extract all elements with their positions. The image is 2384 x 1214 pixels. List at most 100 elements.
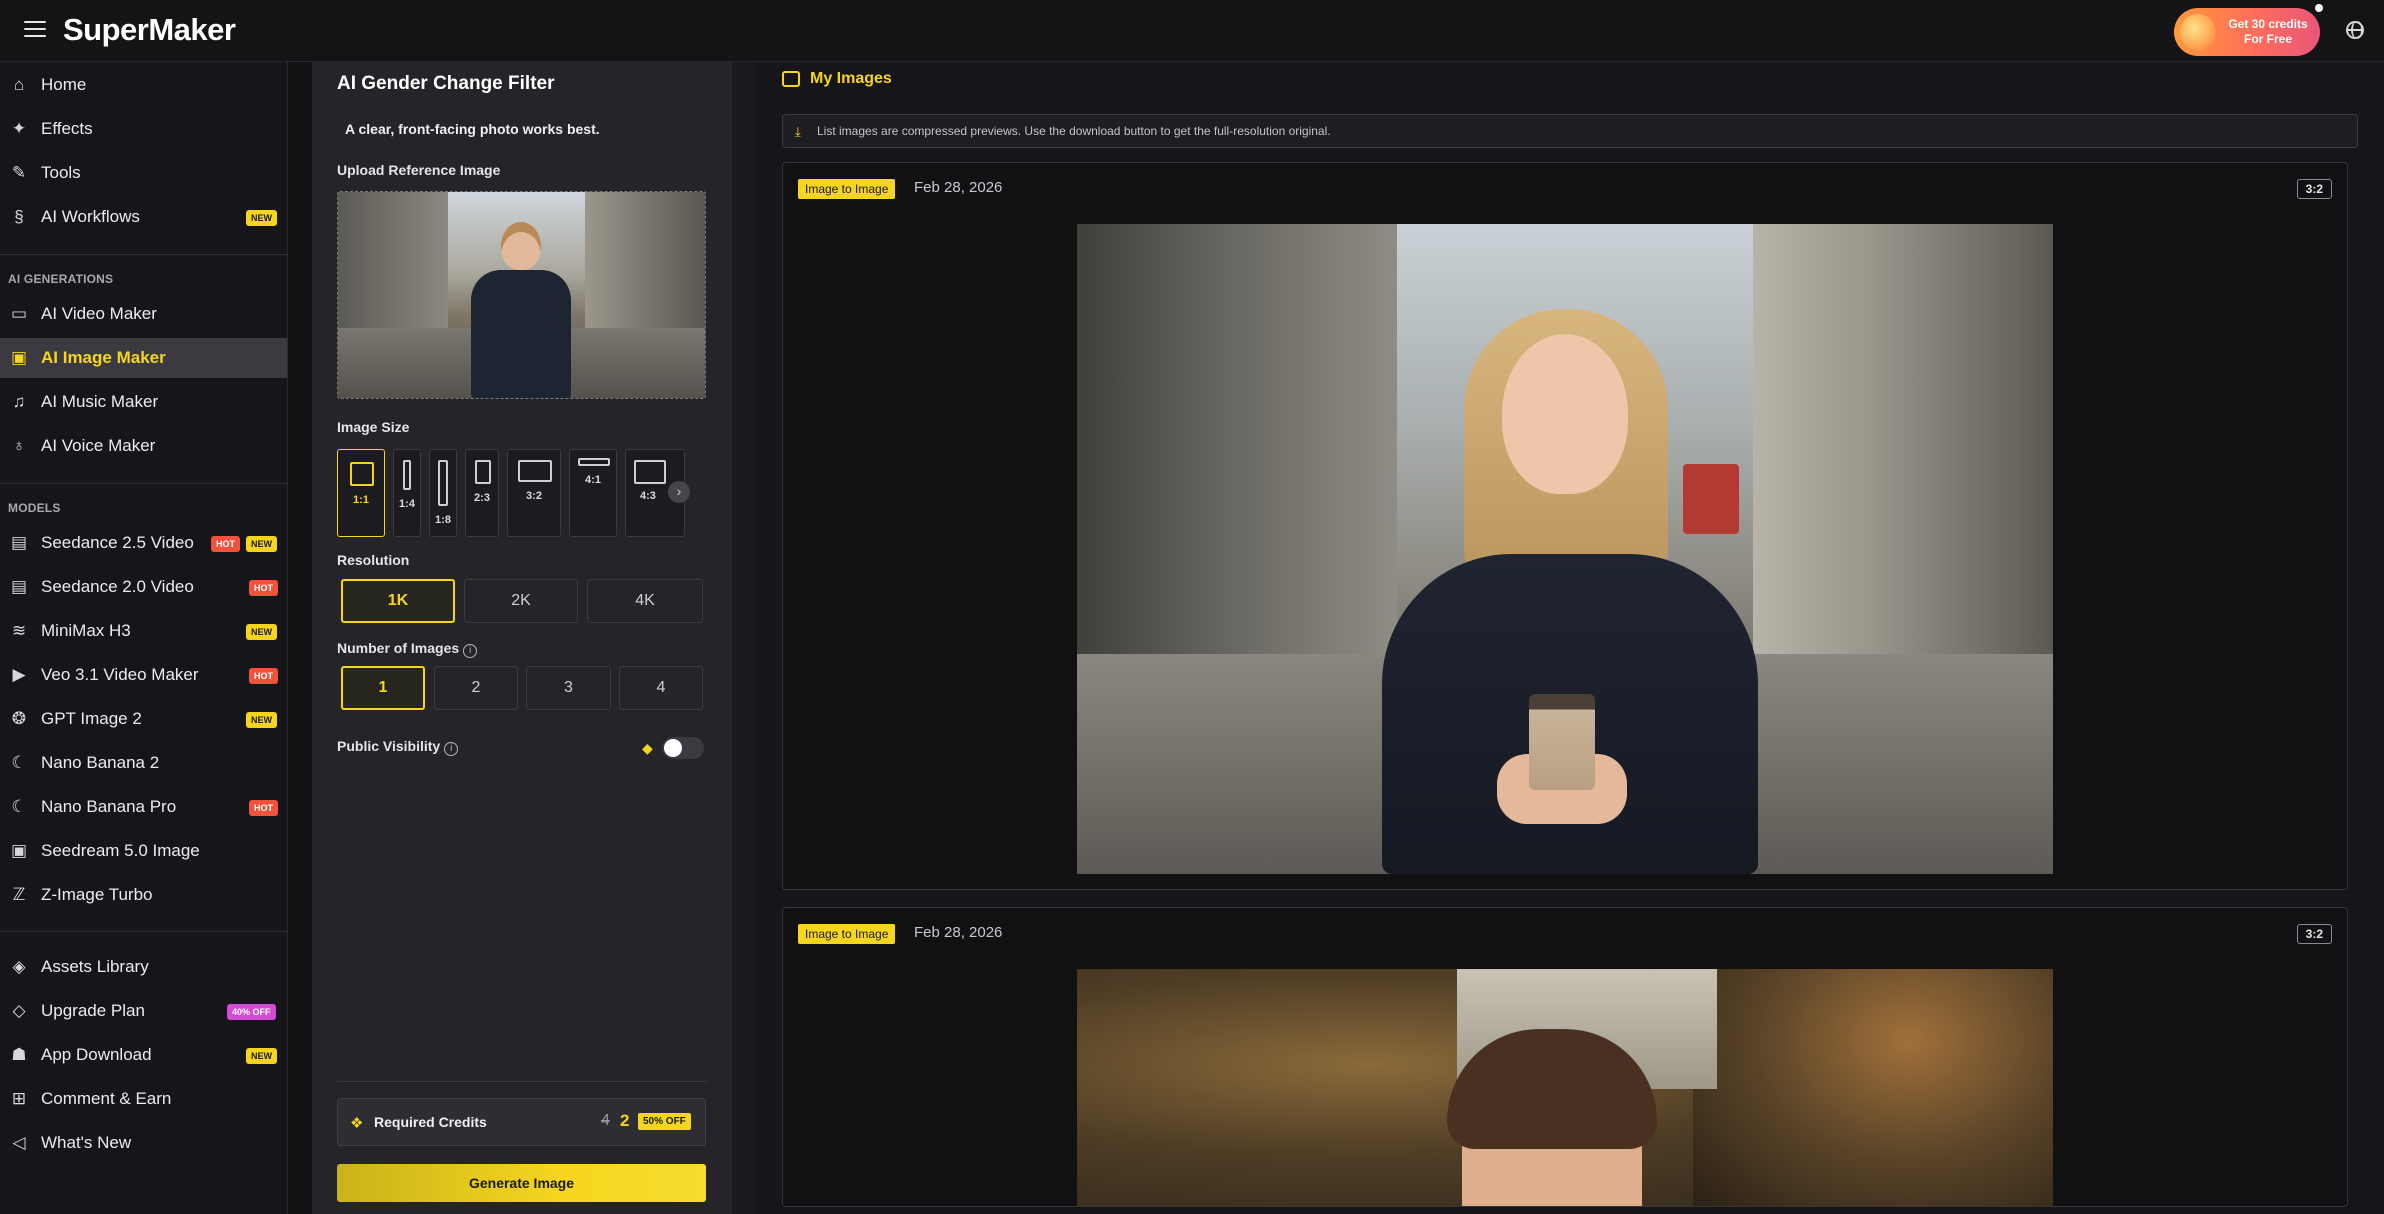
sidebar-item-label: AI Voice Maker [41,436,156,455]
sidebar-item-home[interactable]: ⌂ Home [0,65,287,105]
sidebar-item-label: Upgrade Plan [41,1001,145,1020]
top-bar: SuperMaker Get 30 credits For Free [0,0,2384,62]
size-option-1-8[interactable]: 1:8 [429,449,457,537]
hot-badge: HOT [211,536,240,552]
workflow-icon: § [14,207,24,226]
logo[interactable]: SuperMaker [63,12,236,48]
panel-gutter [732,62,756,1214]
sidebar-item-label: Veo 3.1 Video Maker [41,665,199,684]
reference-image-upload[interactable] [337,191,706,399]
divider [0,483,287,484]
hot-badge: HOT [249,668,278,684]
count-option-4[interactable]: 4 [619,666,703,710]
divider [0,254,287,255]
new-badge: NEW [246,624,277,640]
generate-image-button[interactable]: Generate Image [337,1164,706,1202]
size-option-label: 1:1 [353,494,369,506]
toggle-knob [664,739,682,757]
sidebar-item-seedream-5-0-image[interactable]: ▣ Seedream 5.0 Image [0,831,287,871]
notification-dot [2315,4,2323,12]
divider [337,1081,706,1082]
sidebar-item-seedance-2-0-video[interactable]: ▤ Seedance 2.0 Video HOT [0,567,287,607]
sidebar-item-tools[interactable]: ✎ Tools [0,153,287,193]
size-option-4-1[interactable]: 4:1 [569,449,617,537]
sidebar-item-label: AI Video Maker [41,304,157,323]
count-option-1[interactable]: 1 [341,666,425,710]
sidebar-item-whats-new[interactable]: ◁ What's New [0,1123,287,1163]
gift-icon [2180,14,2216,50]
sidebar-item-label: GPT Image 2 [41,709,142,728]
sidebar-item-nano-banana-pro[interactable]: ☾ Nano Banana Pro HOT [0,787,287,827]
globe-icon[interactable] [2346,21,2364,39]
credits-discounted: 2 [620,1111,630,1130]
clapper-icon: ▤ [10,577,28,596]
size-scroll-right-icon[interactable]: › [668,481,690,503]
sidebar-item-label: AI Image Maker [41,348,166,367]
info-icon[interactable]: i [444,742,459,756]
resolution-label: Resolution [337,552,410,568]
sidebar-item-gpt-image-2[interactable]: ❂ GPT Image 2 NEW [0,699,287,739]
size-option-3-2[interactable]: 3:2 [507,449,561,537]
sidebar-item-comment-earn[interactable]: ⊞ Comment & Earn [0,1079,287,1119]
sidebar-item-seedance-2-5-video[interactable]: ▤ Seedance 2.5 Video HOT NEW [0,523,287,563]
discount-badge: 40% OFF [227,1004,276,1020]
upload-label: Upload Reference Image [337,162,501,178]
gallery-icon [782,71,800,87]
sidebar-item-ai-voice-maker[interactable]: ♁ AI Voice Maker [0,426,287,466]
hot-badge: HOT [249,800,278,816]
sidebar-item-effects[interactable]: ✦ Effects [0,109,287,149]
count-option-3[interactable]: 3 [526,666,611,710]
number-of-images-label: Number of Images i [337,640,478,658]
results-area: My Images ⤓ List images are compressed p… [756,62,2384,1214]
sidebar-item-minimax-h3[interactable]: ≋ MiniMax H3 NEW [0,611,287,651]
banana-icon: ☾ [11,753,27,772]
hamburger-menu-icon[interactable] [24,21,46,39]
sidebar-item-label: Tools [41,163,81,182]
sidebar-item-nano-banana-2[interactable]: ☾ Nano Banana 2 [0,743,287,783]
size-option-label: 1:4 [399,498,415,510]
layers-icon: ◈ [12,957,26,976]
resolution-option-1k[interactable]: 1K [341,579,455,623]
size-option-1-1[interactable]: 1:1 [337,449,385,537]
play-icon: ▶ [12,665,26,684]
sidebar-item-assets-library[interactable]: ◈ Assets Library [0,947,287,987]
info-icon[interactable]: i [463,644,478,658]
count-option-2[interactable]: 2 [434,666,518,710]
resolution-option-4k[interactable]: 4K [587,579,703,623]
sidebar-item-label: Z-Image Turbo [41,885,153,904]
generated-image[interactable] [1077,969,2053,1206]
public-visibility-text: Public Visibility [337,738,441,754]
discount-badge: 50% OFF [638,1113,691,1130]
megaphone-icon: ◁ [12,1133,26,1152]
result-card: Image to Image Feb 28, 2026 3:2 [782,907,2348,1207]
section-heading-generations: AI GENERATIONS [8,272,114,286]
my-images-header: My Images [782,70,892,88]
new-badge: NEW [246,1048,277,1064]
divider [0,931,287,932]
sidebar-item-ai-image-maker[interactable]: ▣ AI Image Maker [0,338,287,378]
sidebar-item-app-download[interactable]: ☗ App Download NEW [0,1035,287,1075]
sidebar-item-z-image-turbo[interactable]: ℤ Z-Image Turbo [0,875,287,915]
sidebar-item-label: Home [41,75,87,94]
hot-badge: HOT [249,580,278,596]
sidebar-item-label: App Download [41,1045,152,1064]
sidebar-item-ai-video-maker[interactable]: ▭ AI Video Maker [0,294,287,334]
sidebar-item-veo-3-1-video-maker[interactable]: ▶ Veo 3.1 Video Maker HOT [0,655,287,695]
public-visibility-toggle[interactable] [662,737,704,759]
generated-image[interactable] [1077,224,2053,874]
sidebar-item-upgrade-plan[interactable]: ◇ Upgrade Plan 40% OFF [0,991,287,1031]
android-icon: ☗ [11,1045,27,1064]
result-date: Feb 28, 2026 [914,924,1003,941]
resolution-option-2k[interactable]: 2K [464,579,578,623]
generation-panel: AI Gender Change Filter A clear, front-f… [312,62,732,1214]
image-size-label: Image Size [337,419,410,435]
sidebar-item-ai-music-maker[interactable]: ♫ AI Music Maker [0,382,287,422]
home-icon: ⌂ [13,75,25,94]
diamond-icon: ◇ [12,1001,26,1020]
size-option-label: 4:1 [585,474,601,486]
size-option-2-3[interactable]: 2:3 [465,449,499,537]
size-option-1-4[interactable]: 1:4 [393,449,421,537]
download-icon: ⤓ [795,124,801,139]
sidebar-item-ai-workflows[interactable]: § AI Workflows NEW [0,197,287,237]
promo-credits-button[interactable]: Get 30 credits For Free [2174,8,2320,56]
